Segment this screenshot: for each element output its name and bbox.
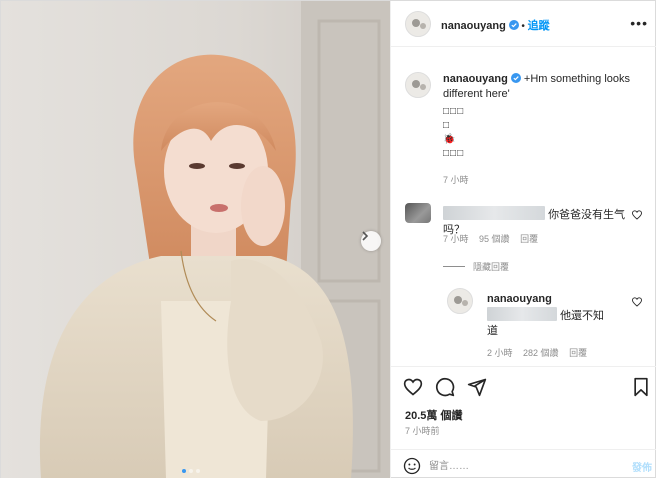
carousel-dots [182, 469, 200, 473]
author-avatar[interactable] [405, 11, 431, 37]
reply-likes[interactable]: 282 個讚 [523, 348, 559, 358]
post-actions: 20.5萬 個讚 7 小時前 發佈 [391, 366, 656, 478]
comment-likes[interactable]: 95 個讚 [479, 234, 510, 244]
caption-emoji-line: □□□ [443, 148, 465, 159]
comment-input[interactable] [429, 458, 599, 474]
reply-like-heart-icon[interactable] [632, 297, 642, 307]
commenter-username-blurred[interactable] [443, 206, 545, 220]
reply-text-part1: 他還不知 [560, 310, 605, 322]
verified-badge-icon [508, 20, 519, 30]
caption-meta: 7 小時 [443, 173, 643, 188]
follow-button[interactable]: 追蹤 [528, 20, 550, 32]
caption-emoji-line: □□□ [443, 106, 465, 117]
hide-replies-label: 隱藏回覆 [473, 262, 510, 272]
likes-count[interactable]: 20.5萬 個讚 [405, 407, 462, 423]
caption-avatar[interactable] [405, 72, 431, 98]
post-time-ago[interactable]: 7 小時前 [405, 424, 440, 437]
commenter-avatar-blurred[interactable] [405, 203, 431, 223]
photo-illustration [1, 1, 390, 478]
emoji-icon[interactable] [403, 457, 421, 475]
comment-reply-button[interactable]: 回覆 [520, 234, 538, 244]
share-direct-icon[interactable] [467, 377, 487, 397]
caption-time: 7 小時 [443, 175, 469, 185]
avatar-image [406, 12, 430, 36]
author-username[interactable]: nanaouyang [441, 20, 506, 32]
header-author-row: nanaouyang • 追蹤 [441, 17, 550, 33]
comment-meta: 7 小時 95 個讚 回覆 [443, 232, 546, 245]
add-comment-bar: 發佈 [391, 449, 656, 478]
hide-replies-button[interactable]: 隱藏回覆 [443, 260, 509, 273]
instagram-post: nanaouyang • 追蹤 ••• nanaouyang +Hm somet… [0, 0, 656, 478]
comments-section: nanaouyang +Hm something looks different… [391, 48, 656, 366]
next-photo-button[interactable] [361, 231, 381, 251]
chevron-right-icon [362, 231, 369, 241]
reply-avatar[interactable] [447, 288, 473, 314]
save-bookmark-icon[interactable] [631, 377, 651, 397]
reply-row: nanaouyang 他還不知 道 [487, 292, 627, 339]
post-side-panel: nanaouyang • 追蹤 ••• nanaouyang +Hm somet… [390, 1, 656, 478]
comment-time: 7 小時 [443, 234, 469, 244]
carousel-dot [196, 469, 200, 473]
post-comment-button[interactable]: 發佈 [632, 459, 652, 474]
reply-text-part2: 道 [487, 325, 498, 337]
reply-username[interactable]: nanaouyang [487, 293, 552, 305]
comment-like-heart-icon[interactable] [632, 210, 642, 220]
post-header: nanaouyang • 追蹤 ••• [391, 1, 656, 47]
post-photo[interactable] [1, 1, 390, 478]
caption-emoji-line: 🐞 [443, 134, 457, 145]
avatar-image [448, 289, 472, 313]
caption-emoji-line: □ [443, 120, 451, 131]
reply-time: 2 小時 [487, 348, 513, 358]
reply-reply-button[interactable]: 回覆 [569, 348, 587, 358]
avatar-image [406, 73, 430, 97]
mention-blurred[interactable] [487, 307, 557, 321]
reply-meta: 2 小時 282 個讚 回覆 [487, 346, 595, 359]
more-options-icon[interactable]: ••• [630, 15, 648, 31]
carousel-dot [182, 469, 186, 473]
comment-icon[interactable] [435, 377, 455, 397]
like-heart-icon[interactable] [403, 377, 423, 397]
carousel-dot [189, 469, 193, 473]
replies-divider-line [443, 266, 465, 267]
caption-username[interactable]: nanaouyang [443, 73, 508, 85]
verified-badge-icon [510, 73, 521, 83]
caption: nanaouyang +Hm something looks different… [443, 72, 643, 188]
